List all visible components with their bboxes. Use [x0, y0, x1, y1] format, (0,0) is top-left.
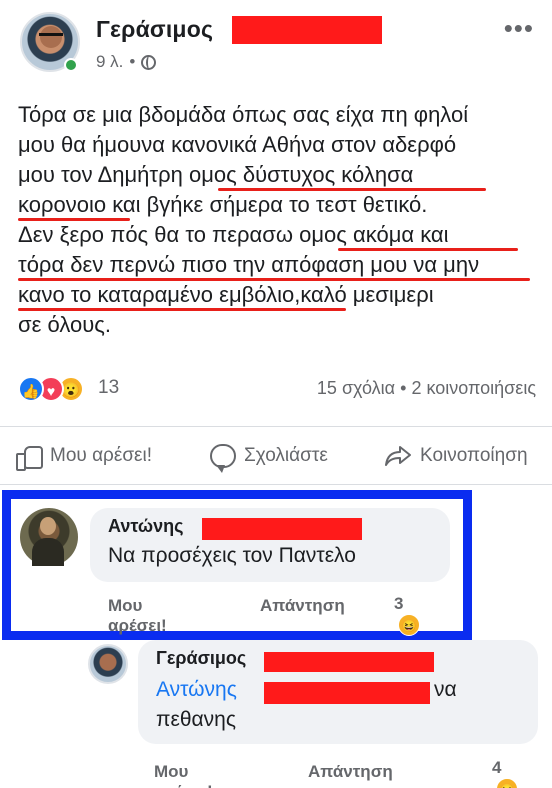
redaction-bar [264, 652, 434, 672]
counts-separator: • [400, 378, 407, 398]
shares-count[interactable]: 2 κοινοποιήσεις [411, 378, 536, 398]
comment-text: Να προσέχεις τον Παντελο [108, 544, 356, 567]
share-arrow-icon [384, 444, 412, 468]
reply-text: να [434, 678, 457, 701]
post-line: Δεν ξερο πός θα το περασω ομος ακόμα και [18, 222, 449, 247]
comment-reactions[interactable]: 3😆 [394, 594, 420, 636]
reaction-icons: 👍 ♥ 😮 [18, 376, 96, 402]
reply-reactions[interactable]: 4😆 [492, 758, 518, 788]
online-status-icon [64, 58, 78, 72]
replier-avatar[interactable] [88, 644, 128, 684]
commenter-avatar[interactable] [20, 508, 78, 566]
post-meta: 9 λ. • [96, 52, 157, 72]
comment-reply-button[interactable]: Απάντηση [260, 596, 345, 616]
comment-reaction-count: 3 [394, 594, 404, 613]
reply-bubble: Γεράσιμος Αντώνης να πεθανης [138, 640, 538, 744]
share-label: Κοινοποίηση [420, 445, 528, 466]
reply-author[interactable]: Γεράσιμος [156, 648, 246, 669]
divider [0, 484, 552, 485]
meta-separator: • [129, 52, 136, 71]
avatar-body [32, 538, 64, 566]
reply-reply-button[interactable]: Απάντηση [308, 762, 393, 782]
comment-bubble: Αντώνης Να προσέχεις τον Παντελο [90, 508, 450, 582]
red-underline [18, 218, 130, 221]
red-underline [338, 248, 518, 251]
like-button[interactable]: Μου αρέσει! [16, 444, 153, 471]
comment-author[interactable]: Αντώνης [108, 516, 183, 537]
divider [0, 426, 552, 427]
post-actions: Μου αρέσει! Σχολιάστε Κοινοποίηση [0, 440, 552, 480]
red-underline [18, 278, 530, 281]
post-line: κανο το καταραμένο εμβόλιο,καλό μεσιμερι [18, 282, 434, 307]
post-line: μου θα ήμουνα κανονικά Αθήνα στον αδερφό [18, 132, 457, 157]
red-underline [218, 188, 486, 191]
like-label: Μου αρέσει! [50, 445, 153, 466]
comment-like-button[interactable]: Μου αρέσει! [108, 596, 167, 636]
comment-button[interactable]: Σχολιάστε [210, 444, 328, 473]
post-line: Τόρα σε μια βδομάδα όπως σας είχα πη φηλ… [18, 102, 469, 127]
post-line: τόρα δεν περνώ πισο την απόφαση μου να μ… [18, 252, 480, 277]
reply-mention[interactable]: Αντώνης [156, 678, 237, 702]
avatar-glasses [39, 33, 63, 39]
more-dots-icon[interactable]: ••• [504, 15, 534, 41]
globe-icon [141, 54, 157, 70]
share-button[interactable]: Κοινοποίηση [384, 444, 528, 468]
comment-label: Σχολιάστε [244, 445, 328, 466]
post-body: Τόρα σε μια βδομάδα όπως σας είχα πη φηλ… [18, 100, 538, 340]
haha-reaction-icon: 😆 [398, 614, 420, 636]
reply-like-button[interactable]: Μου αρέσει! [154, 762, 213, 788]
comments-count[interactable]: 15 σχόλια [317, 378, 395, 398]
haha-reaction-icon: 😆 [496, 778, 518, 788]
post-line: κορονοιο και βγήκε σήμερα το τεστ θετικό… [18, 192, 428, 217]
redaction-bar [264, 682, 430, 704]
thumbs-up-icon [16, 444, 43, 471]
reply-reaction-count: 4 [492, 758, 502, 777]
post-header: Γεράσιμος 9 λ. • ••• [20, 12, 540, 82]
reaction-count: 13 [98, 377, 120, 398]
comment-bubble-icon [210, 444, 236, 473]
like-reaction-icon: 👍 [18, 376, 44, 402]
avatar-head [40, 517, 56, 535]
post-line: σε όλους. [18, 312, 111, 337]
red-underline [18, 308, 346, 311]
reactions-summary[interactable]: 👍 ♥ 😮 13 15 σχόλια • 2 κοινοποιήσεις [18, 374, 538, 404]
post-counts: 15 σχόλια • 2 κοινοποιήσεις [317, 378, 536, 399]
post-author-name[interactable]: Γεράσιμος [96, 16, 213, 43]
redaction-bar [232, 16, 382, 44]
redaction-bar [202, 518, 362, 540]
reply-text-line2: πεθανης [156, 708, 236, 731]
post-time[interactable]: 9 λ. [96, 52, 123, 72]
post-line: μου τον Δημήτρη ομος δύστυχος κόλησα [18, 162, 414, 187]
